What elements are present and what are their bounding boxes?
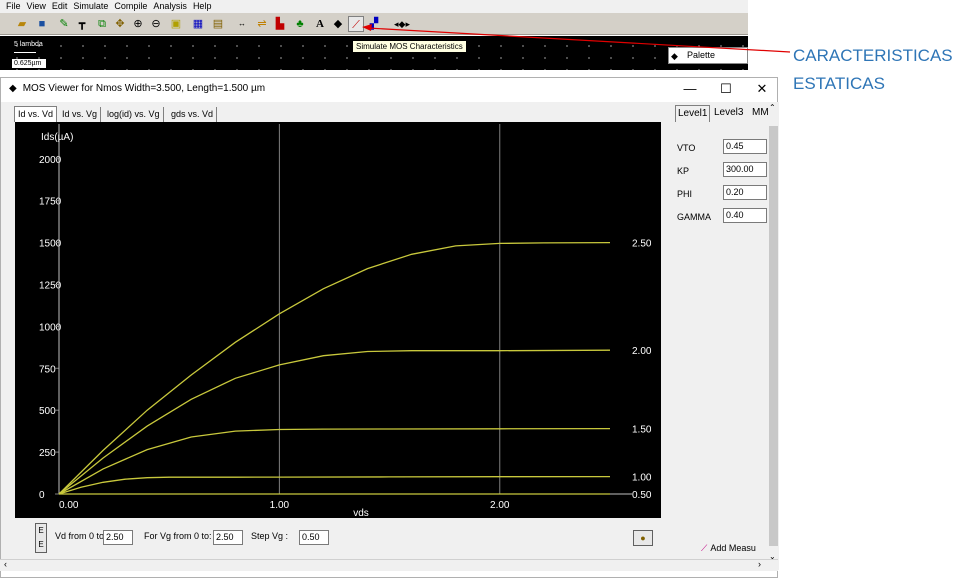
y-axis-label: Ids(µA) — [41, 132, 73, 143]
simulate-button[interactable]: ● — [633, 530, 653, 546]
annotation-text: CARACTERISTICAS ESTATICAS — [793, 42, 953, 98]
window-title: ◆ MOS Viewer for Nmos Width=3.500, Length… — [9, 81, 265, 97]
y-tick-label: 2000 — [39, 155, 62, 166]
tab-id-vs-vg[interactable]: Id vs. Vg — [59, 107, 102, 123]
mos-viewer-window: ◆ MOS Viewer for Nmos Width=3.500, Length… — [0, 77, 779, 578]
series-line-vg-2-00 — [58, 349, 611, 495]
tab-log-id-vs-vg[interactable]: log(id) vs. Vg — [104, 107, 164, 123]
series-line-vg-1-00 — [58, 475, 611, 495]
param-label-gamma: GAMMA — [677, 212, 712, 222]
x-tick-label: 2.00 — [490, 500, 510, 511]
series-label: 1.00 — [632, 473, 652, 484]
scroll-up-icon[interactable]: ⌃ — [769, 103, 776, 112]
y-tick-label: 1000 — [39, 322, 62, 333]
series-label: 1.50 — [632, 425, 652, 436]
chart-svg: 0.00 1.00 2.00 0 250 500 750 1000 1250 1500 1750 20… — [39, 124, 652, 518]
x-tick-label: 1.00 — [270, 500, 290, 511]
y-tick-label: 1750 — [39, 197, 62, 208]
scroll-thumb[interactable] — [769, 126, 778, 546]
vd-max-input[interactable]: 2.50 — [103, 530, 133, 545]
tab-id-vs-vd[interactable]: Id vs. Vd — [14, 106, 58, 122]
vto-input[interactable]: 0.45 — [723, 139, 767, 154]
y-tick-label: 250 — [39, 448, 56, 459]
zoom-scale-icon[interactable]: EE — [35, 523, 47, 553]
y-tick-label: 0 — [39, 490, 45, 501]
series-label: 0.50 — [632, 490, 652, 501]
chart-icon: ⟋ — [701, 543, 708, 553]
annotation-line-1: CARACTERISTICAS — [793, 46, 953, 65]
maximize-button[interactable]: ☐ — [709, 80, 743, 98]
step-vg-label: Step Vg : — [251, 531, 289, 541]
series-label: 2.00 — [632, 346, 652, 357]
vertical-scrollbar[interactable]: ⌃ ⌄ — [768, 102, 779, 570]
window-title-text: MOS Viewer for Nmos Width=3.500, Length=… — [22, 83, 266, 94]
annotation-line-2: ESTATICAS — [793, 74, 885, 93]
x-axis-label: vds — [353, 508, 369, 518]
param-label-kp: KP — [677, 166, 690, 176]
tab-level3[interactable]: Level3 — [712, 105, 745, 122]
tab-level1[interactable]: Level1 — [675, 105, 711, 122]
close-button[interactable]: ✕ — [745, 80, 779, 98]
vd-label: Vd from 0 to — [55, 531, 105, 541]
tab-gds-vs-vd[interactable]: gds vs. Vd — [168, 107, 218, 123]
minimize-button[interactable]: — — [673, 80, 707, 98]
add-measure-button[interactable]: ⟋ Add Measu — [701, 540, 769, 557]
scroll-right-icon[interactable]: › — [758, 559, 761, 569]
series-line-vg-2-50 — [58, 241, 611, 495]
series-line-vg-1-50 — [58, 427, 611, 495]
vg-max-input[interactable]: 2.50 — [213, 530, 243, 545]
param-label-vto: VTO — [677, 143, 696, 153]
y-tick-label: 500 — [39, 406, 56, 417]
add-measure-label: Add Measu — [710, 543, 756, 553]
series-label: 2.50 — [632, 239, 652, 250]
horizontal-scrollbar[interactable]: ‹ › — [0, 559, 778, 571]
gamma-input[interactable]: 0.40 — [723, 208, 767, 223]
param-label-phi: PHI — [677, 189, 693, 199]
phi-input[interactable]: 0.20 — [723, 185, 767, 200]
mos-transistor-icon: ◆ — [9, 83, 17, 94]
y-tick-label: 750 — [39, 364, 56, 375]
id-vd-chart: 0.00 1.00 2.00 0 250 500 750 1000 1250 1500 1750 20… — [15, 122, 661, 518]
step-vg-input[interactable]: 0.50 — [299, 530, 329, 545]
y-tick-label: 1250 — [39, 280, 62, 291]
x-tick-label: 0.00 — [59, 500, 79, 511]
scroll-left-icon[interactable]: ‹ — [4, 559, 7, 569]
vg-label: For Vg from 0 to: — [144, 531, 212, 541]
y-tick-label: 1500 — [39, 239, 62, 250]
kp-input[interactable]: 300.00 — [723, 162, 767, 177]
tab-mm[interactable]: MM — [750, 105, 768, 122]
